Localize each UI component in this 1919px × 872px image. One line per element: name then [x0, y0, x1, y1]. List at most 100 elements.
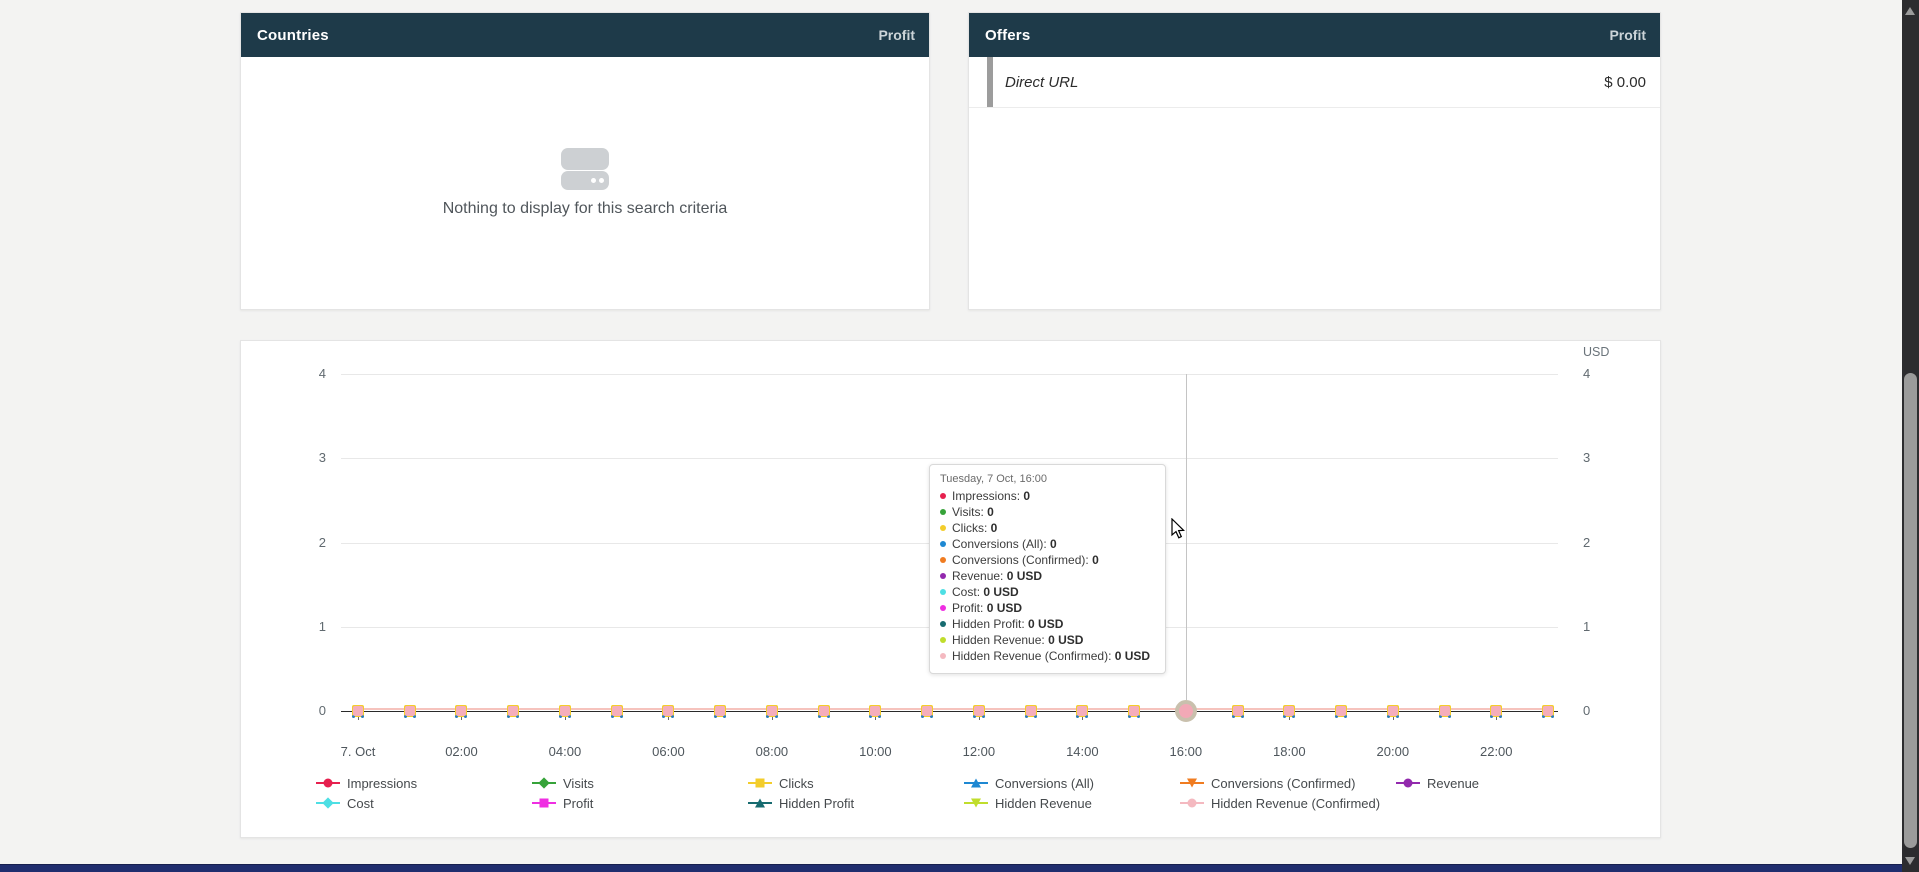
legend-item-visits[interactable]: Visits: [532, 774, 594, 792]
tooltip-row: Hidden Profit0 USD: [940, 616, 1155, 632]
tooltip-title: Tuesday, 7 Oct, 16:00: [940, 473, 1155, 485]
data-point-00:00[interactable]: [352, 705, 364, 717]
data-point-21:00[interactable]: [1439, 705, 1451, 717]
legend-item-revenue[interactable]: Revenue: [1396, 774, 1479, 792]
offer-row-direct-url[interactable]: Direct URL $ 0.00: [969, 57, 1660, 108]
x-axis-line: [341, 711, 1558, 712]
data-point-10:00[interactable]: [869, 705, 881, 717]
y-axis-unit-label: USD: [1583, 345, 1609, 359]
tooltip-row: Visits0: [940, 504, 1155, 520]
data-point-12:00[interactable]: [973, 705, 985, 717]
legend-item-impressions[interactable]: Impressions: [316, 774, 417, 792]
impressions-marker-icon: [316, 777, 340, 789]
scrollbar-thumb[interactable]: [1904, 373, 1917, 848]
data-point-04:00[interactable]: [559, 705, 571, 717]
hidden-revenue-dot-icon: [940, 637, 946, 643]
revenue-dot-icon: [940, 573, 946, 579]
legend-item-cost[interactable]: Cost: [316, 794, 374, 812]
cost-dot-icon: [940, 589, 946, 595]
x-axis-label-08:00: 08:00: [737, 744, 807, 759]
countries-panel: Countries Profit Nothing to display for …: [240, 12, 930, 310]
data-point-05:00[interactable]: [611, 705, 623, 717]
x-axis-label-22:00: 22:00: [1461, 744, 1531, 759]
x-axis-label-20:00: 20:00: [1358, 744, 1428, 759]
y-axis-label-left-2: 2: [286, 535, 326, 550]
x-axis-label-06:00: 06:00: [633, 744, 703, 759]
data-point-18:00[interactable]: [1283, 705, 1295, 717]
tooltip-row: Revenue0 USD: [940, 568, 1155, 584]
legend-item-hidden-profit[interactable]: Hidden Profit: [748, 794, 854, 812]
data-point-15:00[interactable]: [1128, 705, 1140, 717]
data-point-14:00[interactable]: [1076, 705, 1088, 717]
tooltip-row: Profit0 USD: [940, 600, 1155, 616]
data-point-17:00[interactable]: [1232, 705, 1244, 717]
offers-profit-column-header[interactable]: Profit: [1609, 27, 1646, 43]
hover-crosshair-line: [1186, 374, 1187, 700]
data-point-02:00[interactable]: [455, 705, 467, 717]
data-point-01:00[interactable]: [404, 705, 416, 717]
offer-row-accent-bar: [987, 57, 993, 107]
countries-profit-column-header[interactable]: Profit: [878, 27, 915, 43]
countries-panel-header: Countries Profit: [241, 13, 929, 57]
impressions-dot-icon: [940, 493, 946, 499]
hidden-profit-dot-icon: [940, 621, 946, 627]
visits-marker-icon: [532, 777, 556, 789]
cost-marker-icon: [316, 797, 340, 809]
data-point-09:00[interactable]: [818, 705, 830, 717]
highlighted-data-point-16-00[interactable]: [1175, 700, 1197, 722]
page-scrollbar[interactable]: [1902, 0, 1919, 872]
data-point-03:00[interactable]: [507, 705, 519, 717]
countries-panel-title: Countries: [257, 27, 329, 44]
x-axis-label-12:00: 12:00: [944, 744, 1014, 759]
data-point-13:00[interactable]: [1025, 705, 1037, 717]
y-axis-label-left-1: 1: [286, 619, 326, 634]
data-point-20:00[interactable]: [1387, 705, 1399, 717]
tooltip-row: Impressions0: [940, 488, 1155, 504]
chart-tooltip: Tuesday, 7 Oct, 16:00 Impressions0 Visit…: [929, 464, 1166, 674]
data-point-23:00[interactable]: [1542, 705, 1554, 717]
hidden-revenue-marker-icon: [964, 797, 988, 809]
scrollbar-down-arrow-icon[interactable]: [1905, 857, 1915, 865]
data-point-06:00[interactable]: [662, 705, 674, 717]
x-axis-label-02:00: 02:00: [426, 744, 496, 759]
legend-item-conversions-all[interactable]: Conversions (All): [964, 774, 1094, 792]
conversions-confirmed-marker-icon: [1180, 777, 1204, 789]
countries-empty-state: Nothing to display for this search crite…: [241, 57, 929, 309]
chart-plot-area: USD Tuesday, 7 Oct, 16:00 Impressions0 V…: [241, 341, 1660, 837]
y-gridline-4: [341, 374, 1558, 375]
tooltip-row: Hidden Revenue (Confirmed)0 USD: [940, 648, 1155, 664]
hidden-revenue-confirmed-marker-icon: [1180, 797, 1204, 809]
y-axis-label-left-3: 3: [286, 450, 326, 465]
x-axis-label-18:00: 18:00: [1254, 744, 1324, 759]
conversions-all-dot-icon: [940, 541, 946, 547]
x-axis-label-7. Oct: 7. Oct: [323, 744, 393, 759]
tooltip-row: Conversions (Confirmed)0: [940, 552, 1155, 568]
y-axis-label-right-1: 1: [1583, 619, 1623, 634]
y-axis-label-right-4: 4: [1583, 366, 1623, 381]
x-axis-label-10:00: 10:00: [840, 744, 910, 759]
hidden-revenue-confirmed-dot-icon: [940, 653, 946, 659]
legend-item-conversions-confirmed[interactable]: Conversions (Confirmed): [1180, 774, 1356, 792]
hidden-profit-marker-icon: [748, 797, 772, 809]
tooltip-row: Cost0 USD: [940, 584, 1155, 600]
offer-name[interactable]: Direct URL: [969, 74, 1078, 91]
scrollbar-up-arrow-icon[interactable]: [1905, 7, 1915, 15]
data-point-08:00[interactable]: [766, 705, 778, 717]
legend-item-hidden-revenue[interactable]: Hidden Revenue: [964, 794, 1092, 812]
visits-dot-icon: [940, 509, 946, 515]
y-gridline-3: [341, 458, 1558, 459]
profit-dot-icon: [940, 605, 946, 611]
data-point-11:00[interactable]: [921, 705, 933, 717]
legend-item-clicks[interactable]: Clicks: [748, 774, 814, 792]
data-point-22:00[interactable]: [1490, 705, 1502, 717]
data-point-07:00[interactable]: [714, 705, 726, 717]
clicks-dot-icon: [940, 525, 946, 531]
legend-item-profit[interactable]: Profit: [532, 794, 593, 812]
y-axis-label-left-0: 0: [286, 703, 326, 718]
legend-item-hidden-revenue-confirmed[interactable]: Hidden Revenue (Confirmed): [1180, 794, 1380, 812]
revenue-marker-icon: [1396, 777, 1420, 789]
offers-panel-header: Offers Profit: [969, 13, 1660, 57]
x-axis-label-14:00: 14:00: [1047, 744, 1117, 759]
data-point-19:00[interactable]: [1335, 705, 1347, 717]
y-axis-label-right-0: 0: [1583, 703, 1623, 718]
